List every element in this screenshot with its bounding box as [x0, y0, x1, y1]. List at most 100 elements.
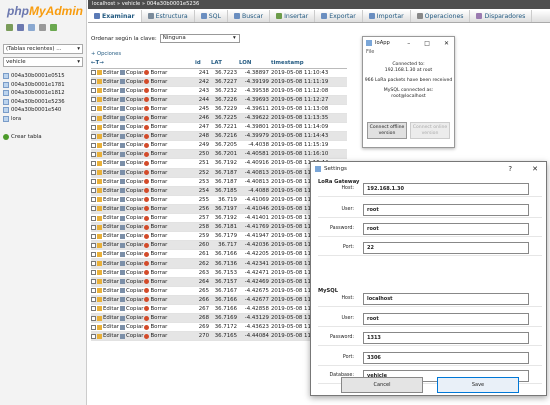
phpmyadmin-logo[interactable]: phpMyAdmin: [7, 4, 83, 18]
delete-link[interactable]: Borrar: [144, 297, 167, 303]
copy-link[interactable]: Copiar: [119, 133, 143, 139]
delete-link[interactable]: Borrar: [144, 115, 167, 121]
column-header[interactable]: LON: [239, 59, 271, 69]
copy-link[interactable]: Copiar: [119, 315, 143, 321]
delete-link[interactable]: Borrar: [144, 160, 167, 166]
sidebar-table-item[interactable]: 004a30b0001e1812: [3, 89, 85, 98]
edit-link[interactable]: Editar: [97, 79, 119, 85]
options-toggle[interactable]: + Opciones: [91, 51, 121, 57]
copy-link[interactable]: Copiar: [119, 261, 143, 267]
delete-link[interactable]: Borrar: [144, 333, 167, 339]
edit-link[interactable]: Editar: [97, 315, 119, 321]
copy-link[interactable]: Copiar: [119, 270, 143, 276]
edit-link[interactable]: Editar: [97, 124, 119, 130]
delete-link[interactable]: Borrar: [144, 88, 167, 94]
row-checkbox[interactable]: [91, 170, 96, 176]
row-checkbox[interactable]: [91, 242, 96, 248]
delete-link[interactable]: Borrar: [144, 170, 167, 176]
minimize-icon[interactable]: –: [407, 40, 410, 47]
delete-link[interactable]: Borrar: [144, 97, 167, 103]
edit-link[interactable]: Editar: [97, 70, 119, 76]
copy-link[interactable]: Copiar: [119, 151, 143, 157]
row-checkbox[interactable]: [91, 215, 96, 221]
row-checkbox[interactable]: [91, 142, 96, 148]
row-checkbox[interactable]: [91, 279, 96, 285]
delete-link[interactable]: Borrar: [144, 306, 167, 312]
database-select[interactable]: vehicle: [3, 57, 83, 67]
row-checkbox[interactable]: [91, 70, 96, 76]
delete-link[interactable]: Borrar: [144, 79, 167, 85]
row-checkbox[interactable]: [91, 270, 96, 276]
tab-estructura[interactable]: Estructura: [142, 10, 195, 22]
row-checkbox[interactable]: [91, 88, 96, 94]
connect-offline-button[interactable]: Connect offline version: [367, 122, 407, 139]
ioapp-titlebar[interactable]: IoApp – □ ✕: [363, 37, 454, 49]
edit-link[interactable]: Editar: [97, 224, 119, 230]
reload-icon[interactable]: [50, 24, 57, 31]
row-checkbox[interactable]: [91, 188, 96, 194]
delete-link[interactable]: Borrar: [144, 188, 167, 194]
edit-link[interactable]: Editar: [97, 197, 119, 203]
sidebar-table-item[interactable]: 004a30b0001e5236: [3, 98, 85, 107]
delete-link[interactable]: Borrar: [144, 261, 167, 267]
column-header[interactable]: id: [195, 59, 211, 69]
field-input[interactable]: 22: [363, 241, 529, 254]
edit-link[interactable]: Editar: [97, 151, 119, 157]
delete-link[interactable]: Borrar: [144, 270, 167, 276]
row-checkbox[interactable]: [91, 133, 96, 139]
edit-link[interactable]: Editar: [97, 306, 119, 312]
edit-link[interactable]: Editar: [97, 206, 119, 212]
delete-link[interactable]: Borrar: [144, 70, 167, 76]
edit-link[interactable]: Editar: [97, 88, 119, 94]
edit-link[interactable]: Editar: [97, 133, 119, 139]
edit-link[interactable]: Editar: [97, 97, 119, 103]
row-checkbox[interactable]: [91, 151, 96, 157]
tab-insertar[interactable]: Insertar: [270, 10, 316, 22]
edit-link[interactable]: Editar: [97, 170, 119, 176]
copy-link[interactable]: Copiar: [119, 197, 143, 203]
sidebar-table-item[interactable]: 004a30b0001e540: [3, 106, 85, 115]
close-icon[interactable]: ✕: [444, 40, 449, 47]
copy-link[interactable]: Copiar: [119, 251, 143, 257]
settings-titlebar[interactable]: Settings ? ✕: [311, 162, 546, 175]
row-checkbox[interactable]: [91, 233, 96, 239]
delete-link[interactable]: Borrar: [144, 197, 167, 203]
delete-link[interactable]: Borrar: [144, 233, 167, 239]
edit-link[interactable]: Editar: [97, 251, 119, 257]
row-checkbox[interactable]: [91, 261, 96, 267]
edit-link[interactable]: Editar: [97, 179, 119, 185]
row-checkbox[interactable]: [91, 124, 96, 130]
row-checkbox[interactable]: [91, 79, 96, 85]
column-header[interactable]: timestamp: [271, 59, 347, 69]
edit-link[interactable]: Editar: [97, 142, 119, 148]
column-header-arrows[interactable]: ←T→: [91, 59, 195, 69]
delete-link[interactable]: Borrar: [144, 279, 167, 285]
edit-link[interactable]: Editar: [97, 106, 119, 112]
tab-importar[interactable]: Importar: [363, 10, 411, 22]
save-button[interactable]: Save: [437, 377, 519, 393]
delete-link[interactable]: Borrar: [144, 142, 167, 148]
delete-link[interactable]: Borrar: [144, 179, 167, 185]
help-icon[interactable]: ?: [508, 165, 512, 173]
row-checkbox[interactable]: [91, 333, 96, 339]
row-checkbox[interactable]: [91, 251, 96, 257]
column-header[interactable]: LAT: [211, 59, 239, 69]
delete-link[interactable]: Borrar: [144, 224, 167, 230]
copy-link[interactable]: Copiar: [119, 324, 143, 330]
close-icon[interactable]: ✕: [532, 165, 538, 173]
copy-link[interactable]: Copiar: [119, 279, 143, 285]
row-checkbox[interactable]: [91, 206, 96, 212]
exit-icon[interactable]: [17, 24, 24, 31]
delete-link[interactable]: Borrar: [144, 251, 167, 257]
home-icon[interactable]: [6, 24, 13, 31]
edit-link[interactable]: Editar: [97, 242, 119, 248]
copy-link[interactable]: Copiar: [119, 160, 143, 166]
sidebar-table-item[interactable]: lora: [3, 115, 85, 124]
sidebar-table-item[interactable]: 004a30b0001e1781: [3, 81, 85, 90]
edit-link[interactable]: Editar: [97, 279, 119, 285]
tab-examinar[interactable]: Examinar: [88, 10, 142, 22]
edit-link[interactable]: Editar: [97, 215, 119, 221]
row-checkbox[interactable]: [91, 224, 96, 230]
connect-online-button[interactable]: Connect online version: [410, 122, 450, 139]
copy-link[interactable]: Copiar: [119, 106, 143, 112]
